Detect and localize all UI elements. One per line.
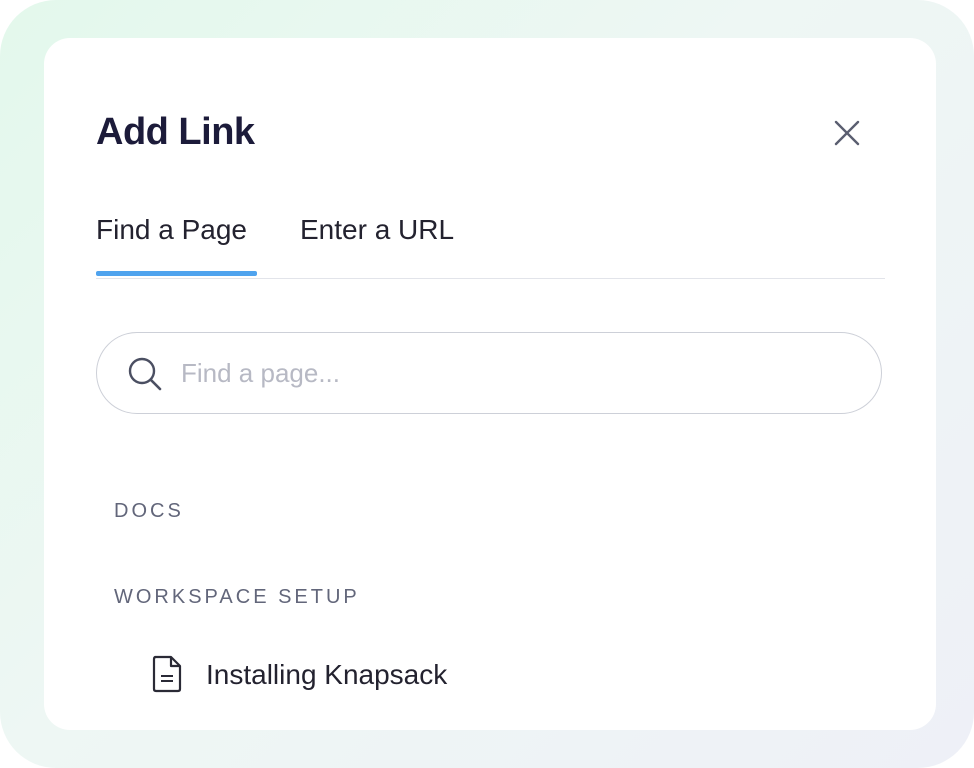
dialog-title: Add Link <box>96 111 255 153</box>
backdrop: Add Link Find a Page Enter a URL DOCS WO… <box>0 0 974 768</box>
section-label-workspace-setup: WORKSPACE SETUP <box>114 586 360 608</box>
search-input[interactable] <box>181 351 841 395</box>
close-icon <box>834 120 860 146</box>
search-box <box>96 332 882 414</box>
tab-enter-a-url[interactable]: Enter a URL <box>300 210 454 250</box>
document-icon <box>152 655 182 693</box>
tab-find-a-page[interactable]: Find a Page <box>96 210 247 250</box>
search-icon <box>128 357 162 391</box>
section-label-docs: DOCS <box>114 500 184 522</box>
close-button[interactable] <box>826 112 868 154</box>
active-tab-indicator <box>96 271 257 276</box>
tab-bar: Find a Page Enter a URL <box>96 202 885 279</box>
add-link-dialog: Add Link Find a Page Enter a URL DOCS WO… <box>44 38 936 730</box>
list-item-installing-knapsack[interactable]: Installing Knapsack <box>144 650 704 700</box>
page-item-label: Installing Knapsack <box>206 659 448 690</box>
